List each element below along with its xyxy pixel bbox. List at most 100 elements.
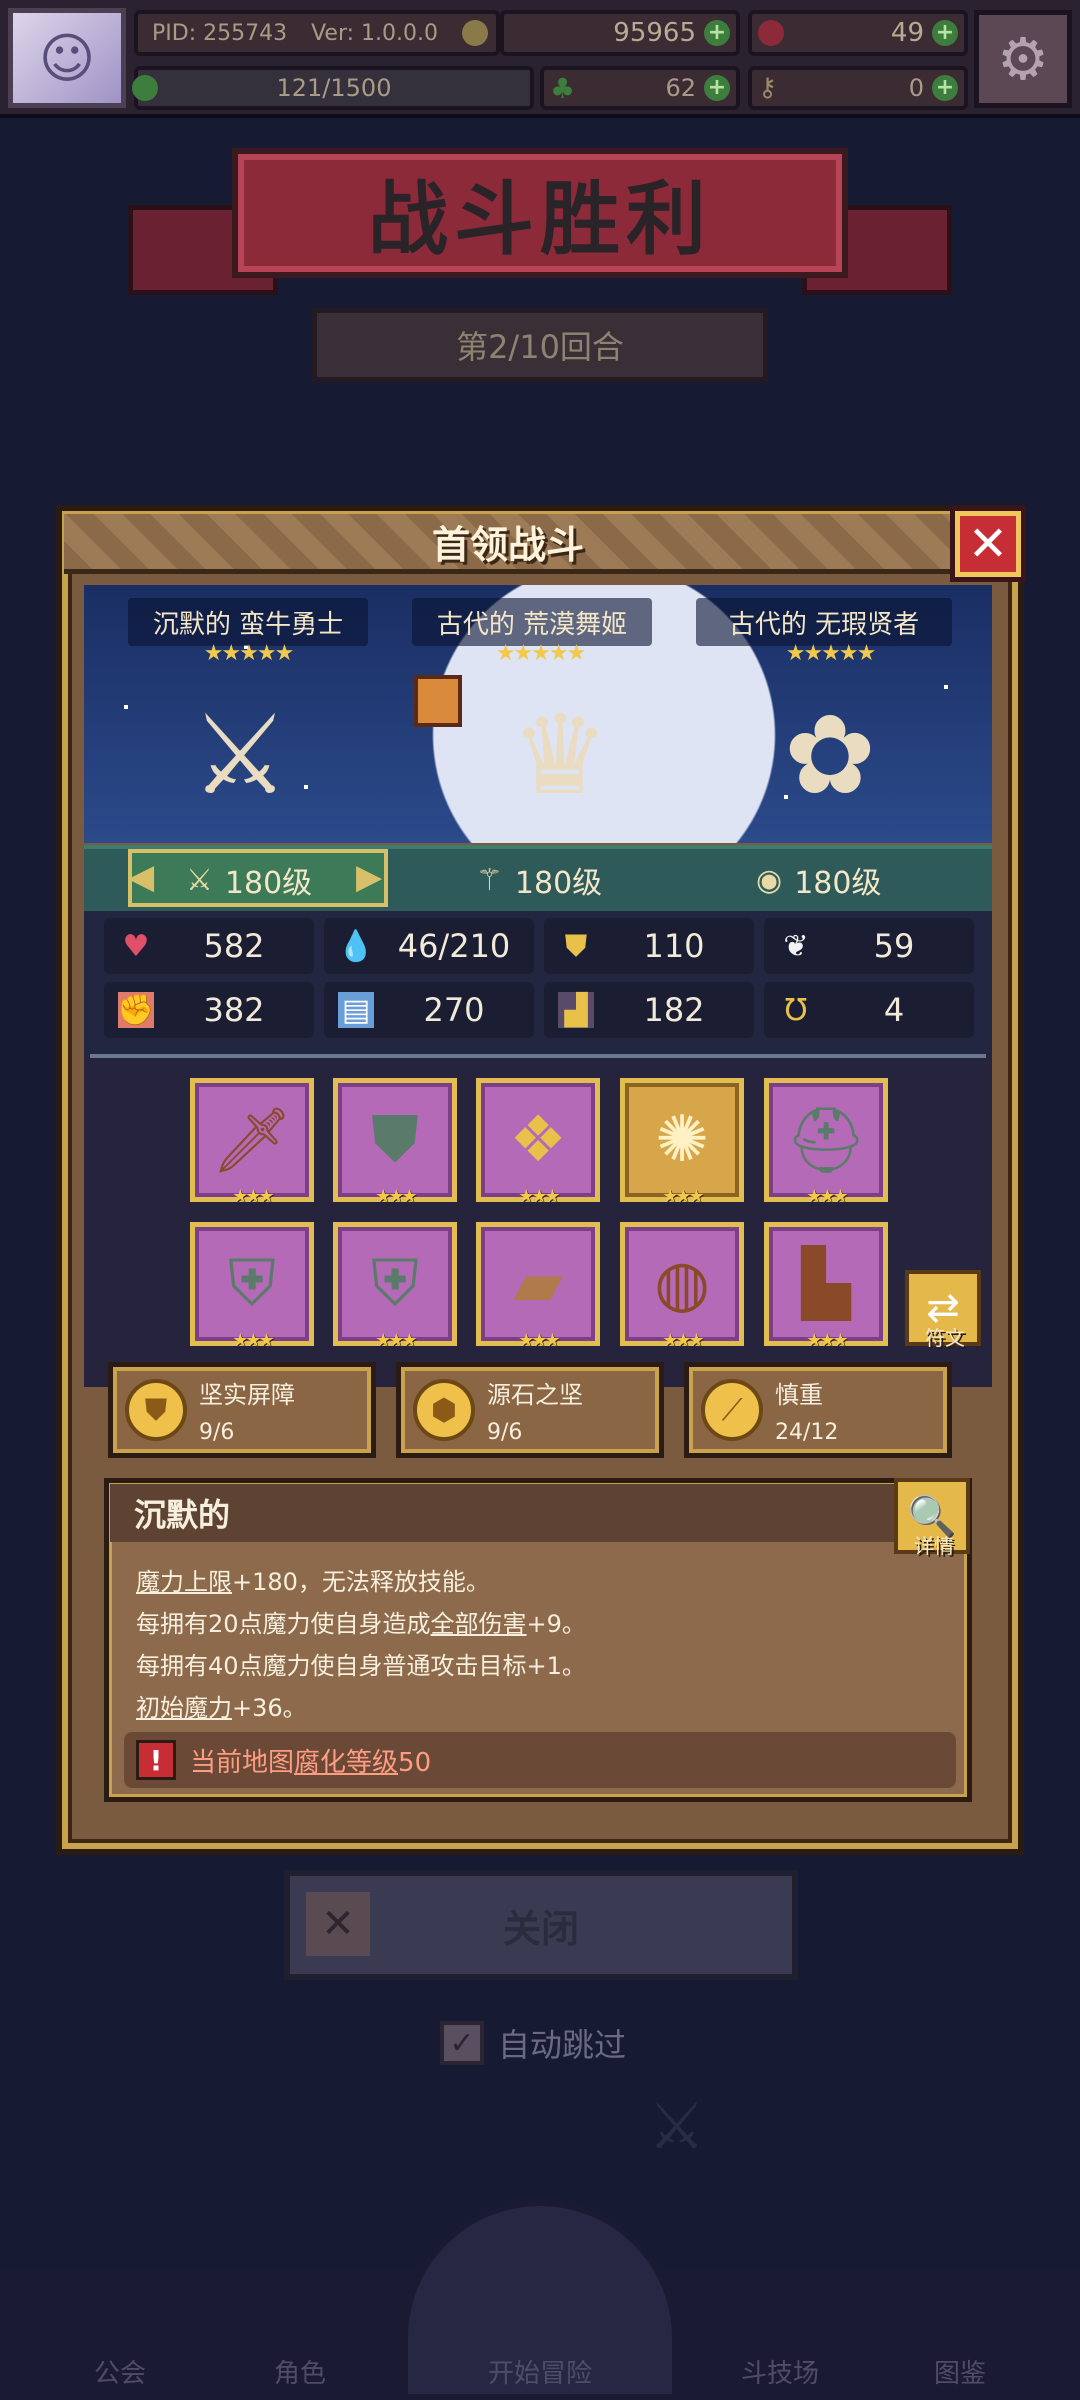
heart-icon: ♥ [122, 928, 150, 964]
equip-flower-slot[interactable]: ✺ [620, 1078, 744, 1202]
trait-line-2-pre: 每拥有20点魔力使自身造成 [136, 1610, 431, 1638]
set-bonus-3[interactable]: ⟋ 慎重 24/12 [684, 1362, 952, 1458]
gold-amount: 95965 [613, 18, 696, 48]
warning-icon: ! [136, 1740, 176, 1780]
auto-skip-toggle[interactable]: ✓ 自动跳过 [440, 2020, 626, 2066]
equip-stars: ★★★ [518, 1186, 560, 1207]
hero-level-1: ⚔ 180级 [186, 858, 312, 902]
nav-arena-label: 斗技场 [740, 2359, 819, 2389]
chestplate-icon: ⛨ [371, 1247, 419, 1321]
boss-badge-icon [414, 675, 462, 727]
version-text: Ver: 1.0.0.0 [311, 20, 438, 46]
nav-guild[interactable]: 公会 [30, 2290, 210, 2400]
trait-line-3: 每拥有40点魔力使自身普通攻击目标+1。 [136, 1646, 586, 1681]
add-gems-icon[interactable]: + [932, 20, 958, 46]
keys-pill: ⚷ 0 + [748, 66, 968, 110]
add-clover-icon[interactable]: + [704, 75, 730, 101]
nav-roles-label: 角色 [273, 2359, 326, 2389]
set-bonus-1[interactable]: ⛊ 坚实屏障 9/6 [108, 1362, 376, 1458]
equip-helmet-slot[interactable]: ⛑ [764, 1078, 888, 1202]
stat-attack-value: 382 [203, 991, 265, 1029]
nav-start-adventure[interactable]: 开始冒险 [450, 2290, 630, 2400]
equip-shield-slot[interactable]: ⛊ [333, 1078, 457, 1202]
stat-evasion-value: 59 [873, 927, 915, 965]
equip-stars: ★★★ [806, 1186, 848, 1207]
clover-amount: 62 [665, 74, 696, 102]
keyword-all-damage[interactable]: 全部伤害 [431, 1610, 527, 1638]
settings-gear-icon[interactable]: ⚙ [974, 10, 1072, 108]
stat-magic-value: 270 [423, 991, 485, 1029]
close-icon: ✕ [967, 516, 1009, 572]
pid-text: PID: 255743 [152, 20, 288, 46]
staff-icon: ⚚ [476, 862, 503, 898]
hero-sprite-barbarian[interactable]: ⚔ [150, 670, 330, 840]
gems-pill: 49 + [748, 10, 968, 56]
arrow-left-icon[interactable]: ◀ [128, 857, 154, 897]
helmet-icon: ⛑ [785, 1103, 867, 1178]
hero-name-2: 古代的 荒漠舞姬 [412, 598, 652, 646]
keyword-initial-mana[interactable]: 初始魔力 [136, 1694, 232, 1722]
arrow-right-icon[interactable]: ▶ [356, 857, 382, 897]
set-count: 24/12 [775, 1420, 839, 1445]
round-text: 第2/10回合 [456, 328, 624, 366]
equip-armor-slot[interactable]: ⛨ [190, 1222, 314, 1346]
mana-drop-icon: 💧 [337, 928, 375, 964]
hero-sprite-dancer[interactable]: ♛ [470, 670, 650, 840]
hero-sprite-sage[interactable]: ✿ [740, 670, 920, 840]
nav-codex-label: 图鉴 [933, 2359, 986, 2389]
amulet-icon: ❖ [509, 1103, 567, 1177]
set-shield-icon: ⛊ [125, 1379, 187, 1441]
nav-codex[interactable]: 图鉴 [870, 2290, 1050, 2400]
stat-defense: ⛊ 110 [544, 918, 754, 974]
trait-line-4: 初始魔力+36。 [136, 1688, 307, 1723]
set-name: 源石之坚 [487, 1381, 583, 1409]
clover-pill: ♣ 62 + [540, 66, 740, 110]
equip-amulet-slot[interactable]: ❖ [476, 1078, 600, 1202]
pid-pill: PID: 255743 Ver: 1.0.0.0 [134, 10, 500, 56]
clover-exp-icon [132, 75, 158, 101]
boots-icon: ▙ [801, 1247, 851, 1321]
nav-arena[interactable]: 斗技场 [690, 2290, 870, 2400]
equip-stars: ★★★ [375, 1330, 417, 1351]
hero-name-1: 沉默的 蛮牛勇士 [128, 598, 368, 646]
close-button-label: 关闭 [502, 1906, 579, 1951]
close-button[interactable]: ✕ 关闭 [284, 1870, 798, 1980]
modal-close-button[interactable]: ✕ [950, 506, 1026, 582]
sky-star [944, 685, 948, 689]
warning-pre: 当前地图 [190, 1747, 295, 1778]
hero-level-2: ⚚ 180级 [476, 858, 602, 902]
sky-star [124, 705, 128, 709]
hero-level-3: ◉ 180级 [756, 858, 881, 902]
equip-chestplate-slot[interactable]: ⛨ [333, 1222, 457, 1346]
nav-roles[interactable]: 角色 [210, 2290, 390, 2400]
add-gold-icon[interactable]: + [704, 20, 730, 46]
equip-stars: ★★★ [232, 1330, 274, 1351]
boot-icon: ▟ [558, 992, 594, 1028]
warning-value: 50 [398, 1747, 432, 1778]
gauntlet-icon: ▰ [513, 1247, 563, 1321]
keyword-max-mana[interactable]: 魔力上限 [136, 1568, 232, 1596]
hero-name-3-text: 古代的 无瑕贤者 [728, 609, 920, 640]
exp-text: 121/1500 [276, 74, 392, 102]
equip-boots-slot[interactable]: ▙ [764, 1222, 888, 1346]
set-count: 9/6 [199, 1420, 235, 1445]
checkbox-icon[interactable]: ✓ [440, 2021, 484, 2065]
keyword-corruption-level[interactable]: 腐化等级 [294, 1748, 398, 1778]
set-bonus-2[interactable]: ⬢ 源石之坚 9/6 [396, 1362, 664, 1458]
hero-stars-3: ★★★★★ [785, 641, 877, 666]
equip-stars: ★★★ [518, 1330, 560, 1351]
equip-gauntlet-slot[interactable]: ▰ [476, 1222, 600, 1346]
equip-belt-slot[interactable]: ◍ [620, 1222, 744, 1346]
stat-speed: ▟ 182 [544, 982, 754, 1038]
set-caution-icon: ⟋ [701, 1379, 763, 1441]
player-avatar[interactable]: ☺ [8, 8, 126, 108]
add-keys-icon[interactable]: + [932, 75, 958, 101]
equip-sword-slot[interactable]: 🗡 [190, 1078, 314, 1202]
modal-title-bar: 首领战斗 [64, 514, 952, 574]
auto-skip-label: 自动跳过 [498, 2026, 627, 2064]
round-counter: 第2/10回合 [312, 308, 768, 382]
corruption-warning: ! 当前地图腐化等级50 [124, 1732, 956, 1788]
orb-icon: ◉ [756, 862, 783, 898]
exp-bar: 121/1500 [132, 66, 534, 110]
victory-title: 战斗胜利 [368, 173, 712, 266]
